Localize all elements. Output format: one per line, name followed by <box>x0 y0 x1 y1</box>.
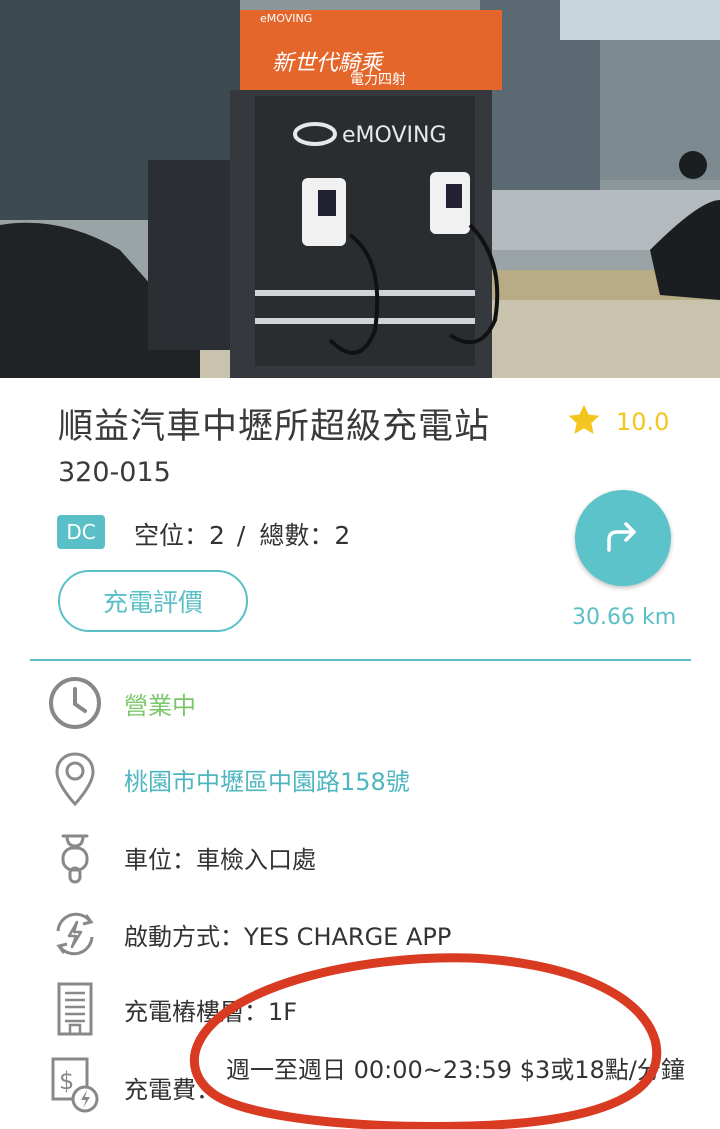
slot-separator: / <box>236 521 246 550</box>
distance: 30.66 km <box>572 605 677 630</box>
address-link[interactable]: 桃園市中壢區中園路158號 <box>124 762 410 797</box>
parking-info: 車位：車檢入口處 <box>124 845 316 874</box>
banner-brand: eMOVING <box>260 12 312 25</box>
banner-subtext: 電力四射 <box>350 72 406 88</box>
fee-label: 充電費： <box>124 1076 220 1104</box>
rating: 10.0 <box>566 402 669 442</box>
hours-status: 營業中 <box>124 691 196 720</box>
station-name: 順益汽車中壢所超級充電站 <box>58 407 491 447</box>
station-photo: 新世代騎乘 電力四射 eMOVING eMOVING <box>0 0 720 378</box>
charger-brand: eMOVING <box>342 123 447 148</box>
station-code: 320-015 <box>58 457 171 488</box>
available-slots: 空位：2 <box>134 521 225 550</box>
charging-review-button[interactable]: 充電評價 <box>58 570 248 632</box>
map-pin-icon <box>44 748 106 810</box>
clock-icon <box>44 672 106 734</box>
charger-floor: 充電樁樓層：1F <box>124 997 298 1026</box>
charger-type-badge: DC <box>57 515 105 549</box>
share-arrow-icon <box>601 514 645 562</box>
section-divider <box>30 659 691 661</box>
navigate-button[interactable] <box>575 490 671 586</box>
scooter-icon <box>44 826 106 888</box>
star-icon <box>566 402 602 442</box>
floor-row: 充電樁樓層：1F <box>44 978 704 1040</box>
slot-availability: 空位：2 / 總數：2 <box>134 516 350 552</box>
address-row[interactable]: 桃園市中壢區中園路158號 <box>44 748 704 810</box>
start-method-row: 啟動方式：YES CHARGE APP <box>44 903 704 965</box>
fee-value: 週一至週日 00:00~23:59 $3或18點/分鐘 <box>226 1056 685 1084</box>
power-swap-icon <box>44 903 106 965</box>
fee-icon: $ <box>44 1054 106 1116</box>
fee-row: $ 充電費： 週一至週日 00:00~23:59 $3或18點/分鐘 <box>44 1054 704 1116</box>
svg-text:$: $ <box>59 1067 74 1095</box>
rating-value: 10.0 <box>616 408 670 436</box>
building-icon <box>44 978 106 1040</box>
hours-row: 營業中 <box>44 672 704 734</box>
parking-row: 車位：車檢入口處 <box>44 826 704 888</box>
total-slots: 總數：2 <box>259 521 351 550</box>
start-method: 啟動方式：YES CHARGE APP <box>124 922 452 951</box>
